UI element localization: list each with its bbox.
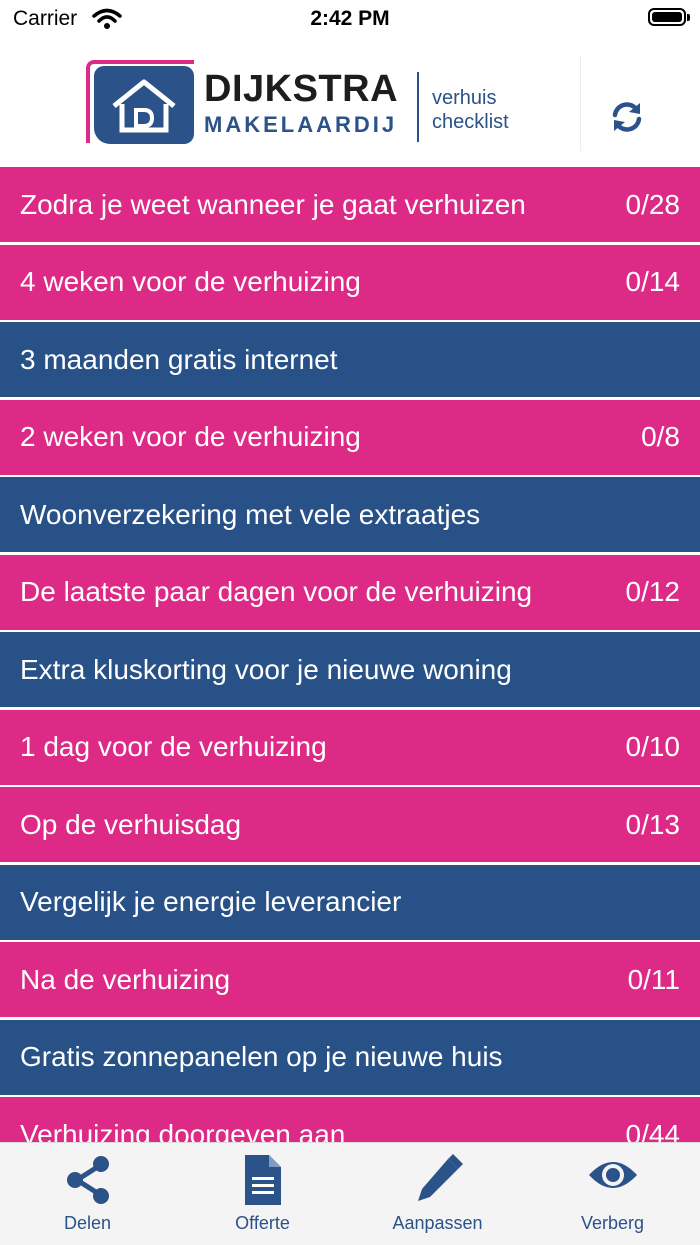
tab-label-verberg: Verberg xyxy=(580,1213,645,1233)
tab-delen[interactable]: Delen xyxy=(0,1143,175,1245)
row-progress-count: 0/8 xyxy=(641,421,680,452)
row-progress-count: 0/12 xyxy=(625,576,681,607)
tab-offerte[interactable]: Offerte xyxy=(175,1143,350,1245)
checklist-section-row[interactable]: Op de verhuisdag 0/13 xyxy=(0,787,700,862)
checklist-sections: Zodra je weet wanneer je gaat verhuizen 0… xyxy=(0,167,700,1142)
checklist-section-row[interactable]: 2 weken voor de verhuizing 0/8 xyxy=(0,399,700,475)
refresh-icon[interactable] xyxy=(610,100,644,134)
row-title: Op de verhuisdag xyxy=(20,808,242,840)
row-title: Gratis zonnepanelen op je nieuwe huis xyxy=(20,1041,503,1072)
row-title: Vergelijk je energie leverancier xyxy=(20,886,402,917)
share-icon xyxy=(66,1156,109,1204)
tab-verberg[interactable]: Verberg xyxy=(525,1143,700,1245)
promo-row[interactable]: Extra kluskorting voor je nieuwe woning xyxy=(0,632,700,707)
row-title: De laatste paar dagen voor de verhuizing xyxy=(20,576,533,607)
brand-logo: DIJKSTRA MAKELAARDIJ verhuis checklist xyxy=(86,60,526,145)
logo-divider xyxy=(417,72,419,142)
tagline-line1: verhuis xyxy=(432,87,497,109)
status-bar: Carrier 2:42 PM xyxy=(0,0,700,40)
promo-row[interactable]: Woonverzekering met vele extraatjes xyxy=(0,477,700,552)
promo-row[interactable]: Gratis zonnepanelen op je nieuwe huis xyxy=(0,1019,700,1095)
checklist-section-row[interactable]: Na de verhuizing 0/11 xyxy=(0,942,700,1017)
row-title: 3 maanden gratis internet xyxy=(20,343,338,375)
promo-row[interactable]: Vergelijk je energie leverancier xyxy=(0,864,700,940)
row-title: Woonverzekering met vele extraatjes xyxy=(20,498,481,530)
row-progress-count: 0/14 xyxy=(625,266,681,297)
app-tagline: verhuis checklist xyxy=(432,86,509,134)
eye-icon xyxy=(588,1162,637,1188)
tab-label-offerte: Offerte xyxy=(235,1213,290,1233)
tab-aanpassen[interactable]: Aanpassen xyxy=(350,1143,525,1245)
row-progress-count: 0/44 xyxy=(625,1118,681,1143)
brand-name: DIJKSTRA xyxy=(204,68,399,110)
bottom-tab-bar: Delen Offerte Aanpassen Verberg xyxy=(0,1142,700,1245)
row-title: 1 dag voor de verhuizing xyxy=(20,731,327,762)
checklist-section-row[interactable]: Zodra je weet wanneer je gaat verhuizen 0… xyxy=(0,167,700,242)
brand-subtitle: MAKELAARDIJ xyxy=(204,112,398,137)
row-progress-count: 0/11 xyxy=(627,963,680,995)
row-title: Verhuizing doorgeven aan xyxy=(20,1118,346,1143)
checklist-section-row[interactable]: De laatste paar dagen voor de verhuizing… xyxy=(0,554,700,630)
header-separator xyxy=(580,56,581,151)
row-title: Extra kluskorting voor je nieuwe woning xyxy=(20,653,512,685)
tab-label-delen: Delen xyxy=(63,1213,112,1233)
status-time: 2:42 PM xyxy=(310,7,390,30)
checklist-section-row[interactable]: 1 dag voor de verhuizing 0/10 xyxy=(0,709,700,785)
app-header: DIJKSTRA MAKELAARDIJ verhuis checklist xyxy=(0,40,700,167)
pencil-icon xyxy=(417,1154,463,1201)
tab-label-aanpassen: Aanpassen xyxy=(392,1213,483,1233)
checklist-section-row[interactable]: Verhuizing doorgeven aan 0/44 xyxy=(0,1097,700,1142)
row-title: 4 weken voor de verhuizing xyxy=(20,266,361,297)
row-progress-count: 0/28 xyxy=(625,188,681,220)
row-progress-count: 0/13 xyxy=(625,808,681,840)
row-title: 2 weken voor de verhuizing xyxy=(20,421,361,452)
promo-row[interactable]: 3 maanden gratis internet xyxy=(0,322,700,397)
document-icon xyxy=(244,1155,281,1205)
row-title: Na de verhuizing xyxy=(20,963,231,995)
row-title: Zodra je weet wanneer je gaat verhuizen xyxy=(20,188,526,220)
checklist-section-row[interactable]: 4 weken voor de verhuizing 0/14 xyxy=(0,244,700,320)
tagline-line2: checklist xyxy=(432,111,509,133)
row-progress-count: 0/10 xyxy=(625,731,681,762)
battery-icon xyxy=(648,8,690,26)
house-logo-icon xyxy=(94,66,194,144)
